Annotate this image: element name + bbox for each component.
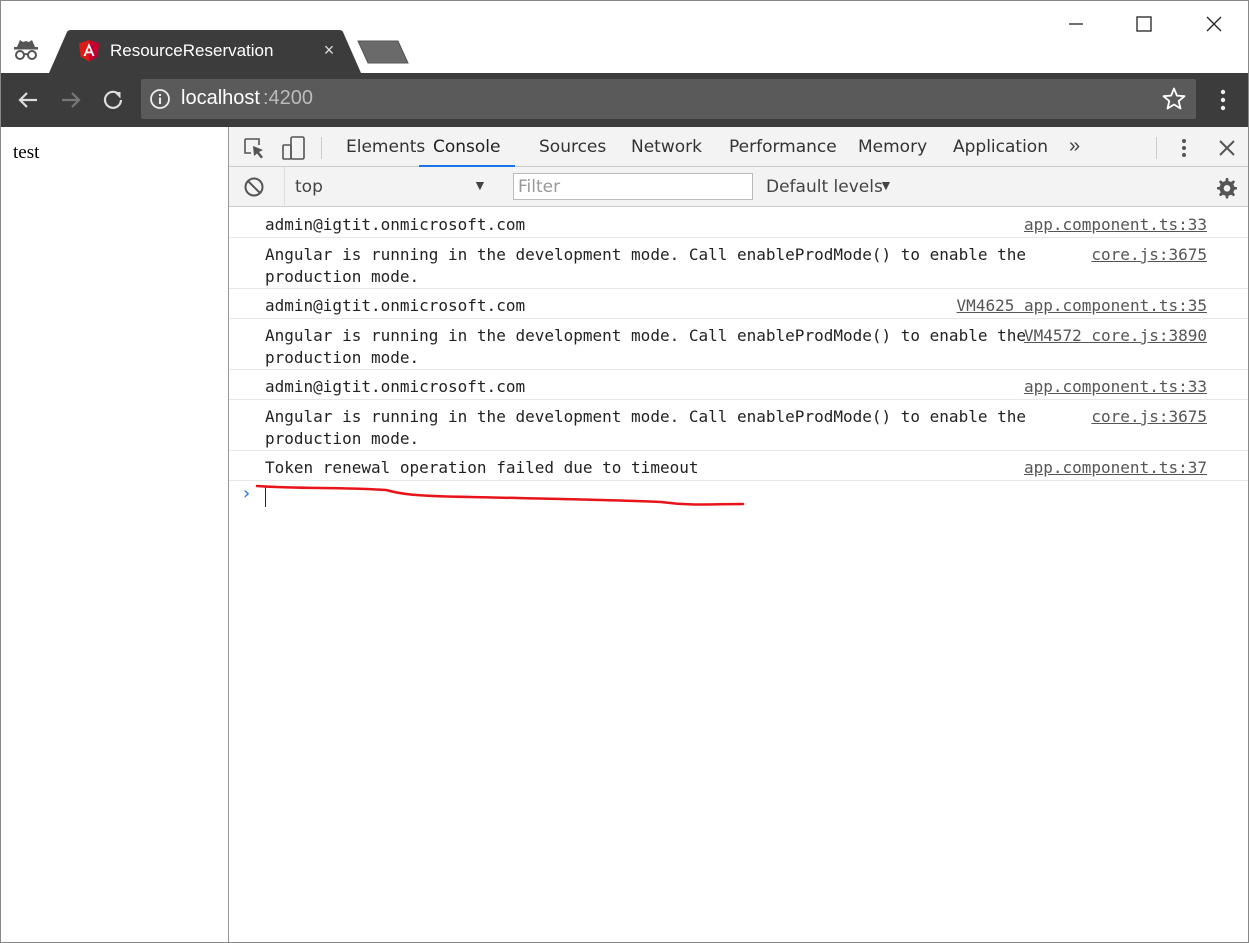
console-message: admin@igtit.onmicrosoft.com VM4625 app.c… (229, 289, 1248, 319)
more-tabs-icon[interactable]: » (1069, 135, 1091, 159)
console-log-area: admin@igtit.onmicrosoft.com app.componen… (229, 208, 1248, 942)
source-link[interactable]: app.component.ts:33 (1024, 214, 1207, 236)
console-message: admin@igtit.onmicrosoft.com app.componen… (229, 208, 1248, 238)
source-link[interactable]: app.component.ts:37 (1024, 457, 1207, 479)
separator (1156, 137, 1157, 159)
log-levels-dropdown[interactable]: Default levels (766, 177, 883, 197)
log-text: Angular is running in the development mo… (265, 245, 1036, 286)
console-prompt[interactable]: › (229, 481, 1248, 511)
source-link[interactable]: core.js:3675 (1091, 244, 1207, 266)
log-text: Angular is running in the development mo… (265, 326, 1036, 367)
tab-console[interactable]: Console (419, 127, 515, 167)
reload-icon[interactable] (98, 85, 128, 115)
new-tab-button[interactable] (356, 39, 411, 65)
browser-toolbar: localhost :4200 (1, 73, 1248, 127)
url-port: :4200 (263, 87, 314, 109)
context-label: top (295, 177, 323, 197)
tab-performance[interactable]: Performance (729, 127, 837, 167)
source-link[interactable]: app.component.ts:33 (1024, 376, 1207, 398)
log-text: admin@igtit.onmicrosoft.com (265, 296, 526, 315)
source-link[interactable]: core.js:3675 (1091, 406, 1207, 428)
console-message: Angular is running in the development mo… (229, 400, 1248, 451)
tab-sources[interactable]: Sources (539, 127, 606, 167)
device-toolbar-icon[interactable] (281, 135, 307, 161)
log-text: admin@igtit.onmicrosoft.com (265, 377, 526, 396)
tab-resourcereservation[interactable]: ResourceReservation × (49, 30, 361, 73)
info-icon[interactable] (149, 88, 171, 110)
console-message: Angular is running in the development mo… (229, 238, 1248, 289)
console-message: admin@igtit.onmicrosoft.com app.componen… (229, 370, 1248, 400)
chevron-down-icon[interactable]: ▼ (879, 177, 893, 193)
console-message: Angular is running in the development mo… (229, 319, 1248, 370)
source-link[interactable]: VM4572 core.js:3890 (1024, 325, 1207, 347)
context-selector[interactable]: top ▼ (284, 167, 494, 207)
separator (321, 137, 322, 159)
tab-elements[interactable]: Elements (346, 127, 425, 167)
incognito-icon (11, 35, 41, 65)
tab-memory[interactable]: Memory (858, 127, 927, 167)
text-cursor (265, 487, 266, 507)
page-content: test (1, 127, 229, 942)
console-message: Token renewal operation failed due to ti… (229, 451, 1248, 481)
devtools-panel: Elements Console Sources Network Perform… (229, 127, 1248, 942)
clear-console-icon[interactable] (242, 175, 266, 199)
browser-window: ResourceReservation × localhost:4200 te… (0, 0, 1249, 943)
log-text: Token renewal operation failed due to ti… (265, 458, 699, 477)
devtools-tabbar: Elements Console Sources Network Perform… (229, 127, 1248, 167)
prompt-chevron-icon: › (241, 483, 252, 504)
log-text: Angular is running in the development mo… (265, 407, 1036, 448)
inspect-element-icon[interactable] (241, 135, 267, 161)
console-filter-bar: top ▼ Default levels ▼ (229, 167, 1248, 207)
tab-close-icon[interactable]: × (319, 40, 339, 60)
devtools-menu-icon[interactable] (1174, 135, 1194, 161)
minimize-icon[interactable] (1061, 9, 1091, 39)
star-icon[interactable] (1161, 86, 1187, 112)
page-text: test (13, 142, 40, 163)
address-bar[interactable]: localhost :4200 (141, 79, 1196, 119)
tab-application[interactable]: Application (953, 127, 1048, 167)
arrow-right-icon[interactable] (56, 85, 86, 115)
url-host: localhost (181, 87, 260, 109)
window-close-icon[interactable] (1199, 9, 1229, 39)
angular-icon (79, 40, 99, 62)
log-text: admin@igtit.onmicrosoft.com (265, 215, 526, 234)
chevron-down-icon: ▼ (473, 177, 487, 193)
kebab-icon[interactable] (1208, 85, 1238, 115)
filter-input[interactable] (513, 173, 753, 200)
tab-title: ResourceReservation (110, 41, 274, 60)
tab-strip: ResourceReservation × (1, 1, 1248, 73)
arrow-left-icon[interactable] (13, 85, 43, 115)
maximize-icon[interactable] (1129, 9, 1159, 39)
source-link[interactable]: VM4625 app.component.ts:35 (957, 295, 1207, 317)
close-icon[interactable] (1214, 135, 1240, 161)
gear-icon[interactable] (1213, 175, 1239, 201)
tab-network[interactable]: Network (631, 127, 702, 167)
